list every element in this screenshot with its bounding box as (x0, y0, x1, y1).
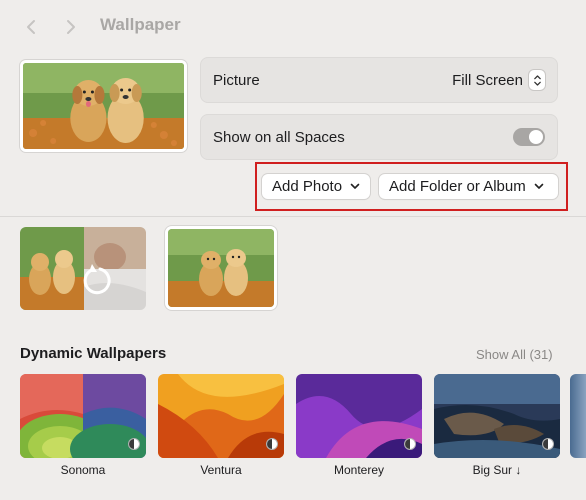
sonoma-image (20, 374, 146, 458)
chevron-down-icon (534, 183, 544, 189)
puppies-image (23, 63, 184, 149)
picture-fit-row: Picture Fill Screen (200, 57, 558, 103)
wallpaper-sonoma[interactable] (20, 374, 146, 458)
add-photo-button[interactable]: Add Photo (262, 174, 370, 199)
back-button[interactable] (20, 16, 42, 38)
show-all-spaces-toggle[interactable] (513, 128, 545, 146)
dynamic-icon (128, 438, 140, 450)
section-divider (0, 216, 586, 217)
wallpaper-partial-next[interactable] (570, 374, 586, 458)
add-photo-label: Add Photo (272, 178, 343, 195)
page-title: Wallpaper (100, 15, 181, 34)
ventura-image (158, 374, 284, 458)
shuffle-thumbnail-image (20, 227, 146, 310)
show-all-button[interactable]: Show All (31) (476, 347, 553, 362)
wallpaper-label: Monterey (333, 463, 385, 477)
monterey-image (296, 374, 422, 458)
wallpaper-big-sur[interactable] (434, 374, 560, 458)
wallpaper-ventura[interactable] (158, 374, 284, 458)
dynamic-icon (542, 438, 554, 450)
add-folder-label: Add Folder or Album (389, 178, 526, 195)
fill-screen-value: Fill Screen (452, 71, 523, 89)
add-folder-or-album-button[interactable]: Add Folder or Album (379, 174, 558, 199)
picture-label: Picture (213, 71, 260, 89)
wallpaper-label: Big Sur ↓ (472, 463, 522, 477)
show-all-spaces-row: Show on all Spaces (200, 114, 558, 160)
forward-button[interactable] (60, 16, 82, 38)
show-all-spaces-label: Show on all Spaces (213, 128, 345, 146)
shuffle-photos-thumbnail[interactable] (20, 227, 146, 310)
dynamic-wallpapers-heading: Dynamic Wallpapers (20, 345, 167, 362)
wallpaper-label: Ventura (200, 463, 242, 477)
big-sur-image (434, 374, 560, 458)
fill-screen-popup[interactable]: Fill Screen (452, 70, 545, 90)
wallpaper-monterey[interactable] (296, 374, 422, 458)
chevron-right-icon (67, 20, 75, 34)
wallpaper-label: Sonoma (60, 463, 106, 477)
dynamic-icon (266, 438, 278, 450)
toggle-knob (529, 130, 543, 144)
dynamic-icon (404, 438, 416, 450)
current-wallpaper-preview (20, 60, 187, 152)
up-down-chevron-icon (529, 70, 545, 90)
chevron-down-icon (350, 183, 360, 189)
photo-thumbnail-puppies[interactable] (165, 226, 277, 310)
chevron-left-icon (27, 20, 35, 34)
puppies-thumbnail-image (168, 229, 274, 307)
